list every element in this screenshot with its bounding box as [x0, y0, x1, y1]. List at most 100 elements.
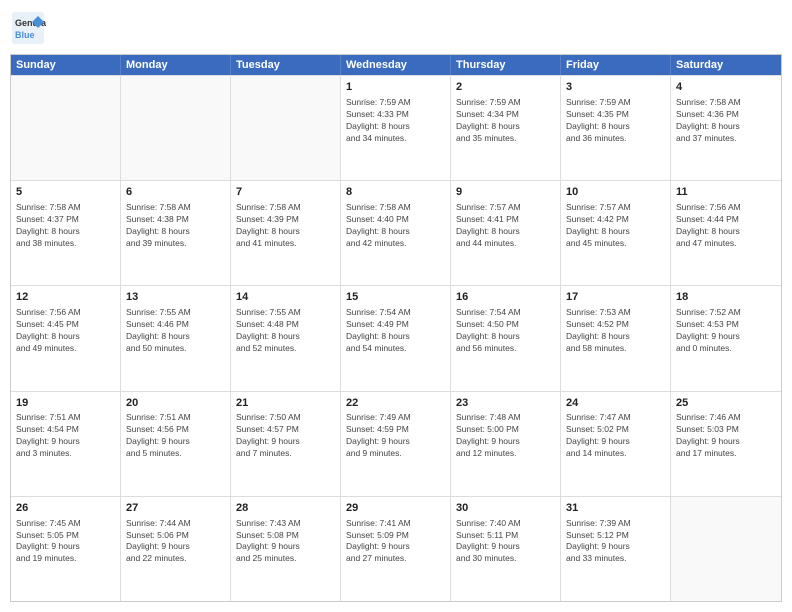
calendar-cell: 26Sunrise: 7:45 AMSunset: 5:05 PMDayligh…	[11, 497, 121, 601]
cell-daylight-info: Sunrise: 7:54 AMSunset: 4:49 PMDaylight:…	[346, 307, 445, 355]
calendar-cell: 21Sunrise: 7:50 AMSunset: 4:57 PMDayligh…	[231, 392, 341, 496]
cell-daylight-info: Sunrise: 7:56 AMSunset: 4:45 PMDaylight:…	[16, 307, 115, 355]
weekday-header: Tuesday	[231, 55, 341, 75]
cell-daylight-info: Sunrise: 7:59 AMSunset: 4:33 PMDaylight:…	[346, 97, 445, 145]
calendar-cell: 16 Sunrise: 7:54 AMSunset: 4:50 PMDayligh…	[451, 286, 561, 390]
day-number: 21	[236, 396, 335, 411]
cell-daylight-info: Sunrise: 7:57 AMSunset: 4:41 PMDaylight:…	[456, 202, 555, 250]
weekday-header: Sunday	[11, 55, 121, 75]
day-number: 9	[456, 185, 555, 200]
calendar-cell: 7 Sunrise: 7:58 AMSunset: 4:39 PMDaylight…	[231, 181, 341, 285]
calendar-cell	[231, 76, 341, 180]
page-header: General Blue	[10, 10, 782, 46]
day-number: 18	[676, 290, 776, 305]
calendar-row: 5Sunrise: 7:58 AMSunset: 4:37 PMDaylight…	[11, 180, 781, 285]
cell-daylight-info: Sunrise: 7:47 AMSunset: 5:02 PMDaylight:…	[566, 412, 665, 460]
cell-daylight-info: Sunrise: 7:57 AMSunset: 4:42 PMDaylight:…	[566, 202, 665, 250]
calendar-cell: 18 Sunrise: 7:52 AMSunset: 4:53 PMDayligh…	[671, 286, 781, 390]
cell-daylight-info: Sunrise: 7:40 AMSunset: 5:11 PMDaylight:…	[456, 518, 555, 566]
calendar-cell: 13Sunrise: 7:55 AMSunset: 4:46 PMDayligh…	[121, 286, 231, 390]
calendar-cell: 1 Sunrise: 7:59 AMSunset: 4:33 PMDaylight…	[341, 76, 451, 180]
weekday-header: Thursday	[451, 55, 561, 75]
day-number: 3	[566, 80, 665, 95]
day-number: 17	[566, 290, 665, 305]
cell-daylight-info: Sunrise: 7:44 AMSunset: 5:06 PMDaylight:…	[126, 518, 225, 566]
day-number: 19	[16, 396, 115, 411]
calendar: SundayMondayTuesdayWednesdayThursdayFrid…	[10, 54, 782, 602]
calendar-cell: 23Sunrise: 7:48 AMSunset: 5:00 PMDayligh…	[451, 392, 561, 496]
day-number: 2	[456, 80, 555, 95]
day-number: 11	[676, 185, 776, 200]
day-number: 29	[346, 501, 445, 516]
logo: General Blue	[10, 10, 46, 46]
day-number: 14	[236, 290, 335, 305]
day-number: 6	[126, 185, 225, 200]
day-number: 24	[566, 396, 665, 411]
calendar-cell: 20Sunrise: 7:51 AMSunset: 4:56 PMDayligh…	[121, 392, 231, 496]
calendar-cell: 12 Sunrise: 7:56 AMSunset: 4:45 PMDayligh…	[11, 286, 121, 390]
calendar-cell	[121, 76, 231, 180]
cell-daylight-info: Sunrise: 7:49 AMSunset: 4:59 PMDaylight:…	[346, 412, 445, 460]
calendar-cell: 2Sunrise: 7:59 AMSunset: 4:34 PMDaylight…	[451, 76, 561, 180]
day-number: 7	[236, 185, 335, 200]
cell-daylight-info: Sunrise: 7:52 AMSunset: 4:53 PMDaylight:…	[676, 307, 776, 355]
calendar-cell	[671, 497, 781, 601]
day-number: 8	[346, 185, 445, 200]
calendar-header: SundayMondayTuesdayWednesdayThursdayFrid…	[11, 55, 781, 75]
day-number: 4	[676, 80, 776, 95]
calendar-cell: 3 Sunrise: 7:59 AMSunset: 4:35 PMDaylight…	[561, 76, 671, 180]
day-number: 12	[16, 290, 115, 305]
cell-daylight-info: Sunrise: 7:46 AMSunset: 5:03 PMDaylight:…	[676, 412, 776, 460]
calendar-cell: 15 Sunrise: 7:54 AMSunset: 4:49 PMDayligh…	[341, 286, 451, 390]
day-number: 5	[16, 185, 115, 200]
calendar-cell: 6Sunrise: 7:58 AMSunset: 4:38 PMDaylight…	[121, 181, 231, 285]
cell-daylight-info: Sunrise: 7:45 AMSunset: 5:05 PMDaylight:…	[16, 518, 115, 566]
day-number: 16	[456, 290, 555, 305]
calendar-cell: 22Sunrise: 7:49 AMSunset: 4:59 PMDayligh…	[341, 392, 451, 496]
cell-daylight-info: Sunrise: 7:53 AMSunset: 4:52 PMDaylight:…	[566, 307, 665, 355]
day-number: 13	[126, 290, 225, 305]
calendar-body: 1 Sunrise: 7:59 AMSunset: 4:33 PMDaylight…	[11, 75, 781, 601]
logo-svg: General Blue	[10, 10, 46, 46]
cell-daylight-info: Sunrise: 7:58 AMSunset: 4:40 PMDaylight:…	[346, 202, 445, 250]
weekday-header: Wednesday	[341, 55, 451, 75]
calendar-cell: 5Sunrise: 7:58 AMSunset: 4:37 PMDaylight…	[11, 181, 121, 285]
calendar-row: 26Sunrise: 7:45 AMSunset: 5:05 PMDayligh…	[11, 496, 781, 601]
day-number: 27	[126, 501, 225, 516]
calendar-cell: 10 Sunrise: 7:57 AMSunset: 4:42 PMDayligh…	[561, 181, 671, 285]
calendar-cell: 4 Sunrise: 7:58 AMSunset: 4:36 PMDaylight…	[671, 76, 781, 180]
calendar-cell: 27 Sunrise: 7:44 AMSunset: 5:06 PMDayligh…	[121, 497, 231, 601]
day-number: 15	[346, 290, 445, 305]
calendar-cell: 31Sunrise: 7:39 AMSunset: 5:12 PMDayligh…	[561, 497, 671, 601]
calendar-row: 19Sunrise: 7:51 AMSunset: 4:54 PMDayligh…	[11, 391, 781, 496]
calendar-cell: 28 Sunrise: 7:43 AMSunset: 5:08 PMDayligh…	[231, 497, 341, 601]
cell-daylight-info: Sunrise: 7:50 AMSunset: 4:57 PMDaylight:…	[236, 412, 335, 460]
day-number: 23	[456, 396, 555, 411]
cell-daylight-info: Sunrise: 7:51 AMSunset: 4:54 PMDaylight:…	[16, 412, 115, 460]
calendar-cell: 30Sunrise: 7:40 AMSunset: 5:11 PMDayligh…	[451, 497, 561, 601]
day-number: 28	[236, 501, 335, 516]
calendar-row: 1 Sunrise: 7:59 AMSunset: 4:33 PMDaylight…	[11, 75, 781, 180]
cell-daylight-info: Sunrise: 7:43 AMSunset: 5:08 PMDaylight:…	[236, 518, 335, 566]
cell-daylight-info: Sunrise: 7:48 AMSunset: 5:00 PMDaylight:…	[456, 412, 555, 460]
cell-daylight-info: Sunrise: 7:58 AMSunset: 4:36 PMDaylight:…	[676, 97, 776, 145]
calendar-cell: 9 Sunrise: 7:57 AMSunset: 4:41 PMDaylight…	[451, 181, 561, 285]
cell-daylight-info: Sunrise: 7:41 AMSunset: 5:09 PMDaylight:…	[346, 518, 445, 566]
calendar-cell: 17 Sunrise: 7:53 AMSunset: 4:52 PMDayligh…	[561, 286, 671, 390]
cell-daylight-info: Sunrise: 7:51 AMSunset: 4:56 PMDaylight:…	[126, 412, 225, 460]
day-number: 10	[566, 185, 665, 200]
calendar-cell	[11, 76, 121, 180]
cell-daylight-info: Sunrise: 7:54 AMSunset: 4:50 PMDaylight:…	[456, 307, 555, 355]
calendar-cell: 25Sunrise: 7:46 AMSunset: 5:03 PMDayligh…	[671, 392, 781, 496]
weekday-header: Monday	[121, 55, 231, 75]
calendar-cell: 24Sunrise: 7:47 AMSunset: 5:02 PMDayligh…	[561, 392, 671, 496]
day-number: 20	[126, 396, 225, 411]
day-number: 25	[676, 396, 776, 411]
cell-daylight-info: Sunrise: 7:58 AMSunset: 4:39 PMDaylight:…	[236, 202, 335, 250]
day-number: 1	[346, 80, 445, 95]
calendar-cell: 11Sunrise: 7:56 AMSunset: 4:44 PMDayligh…	[671, 181, 781, 285]
cell-daylight-info: Sunrise: 7:59 AMSunset: 4:35 PMDaylight:…	[566, 97, 665, 145]
calendar-cell: 14 Sunrise: 7:55 AMSunset: 4:48 PMDayligh…	[231, 286, 341, 390]
calendar-cell: 19Sunrise: 7:51 AMSunset: 4:54 PMDayligh…	[11, 392, 121, 496]
cell-daylight-info: Sunrise: 7:55 AMSunset: 4:48 PMDaylight:…	[236, 307, 335, 355]
